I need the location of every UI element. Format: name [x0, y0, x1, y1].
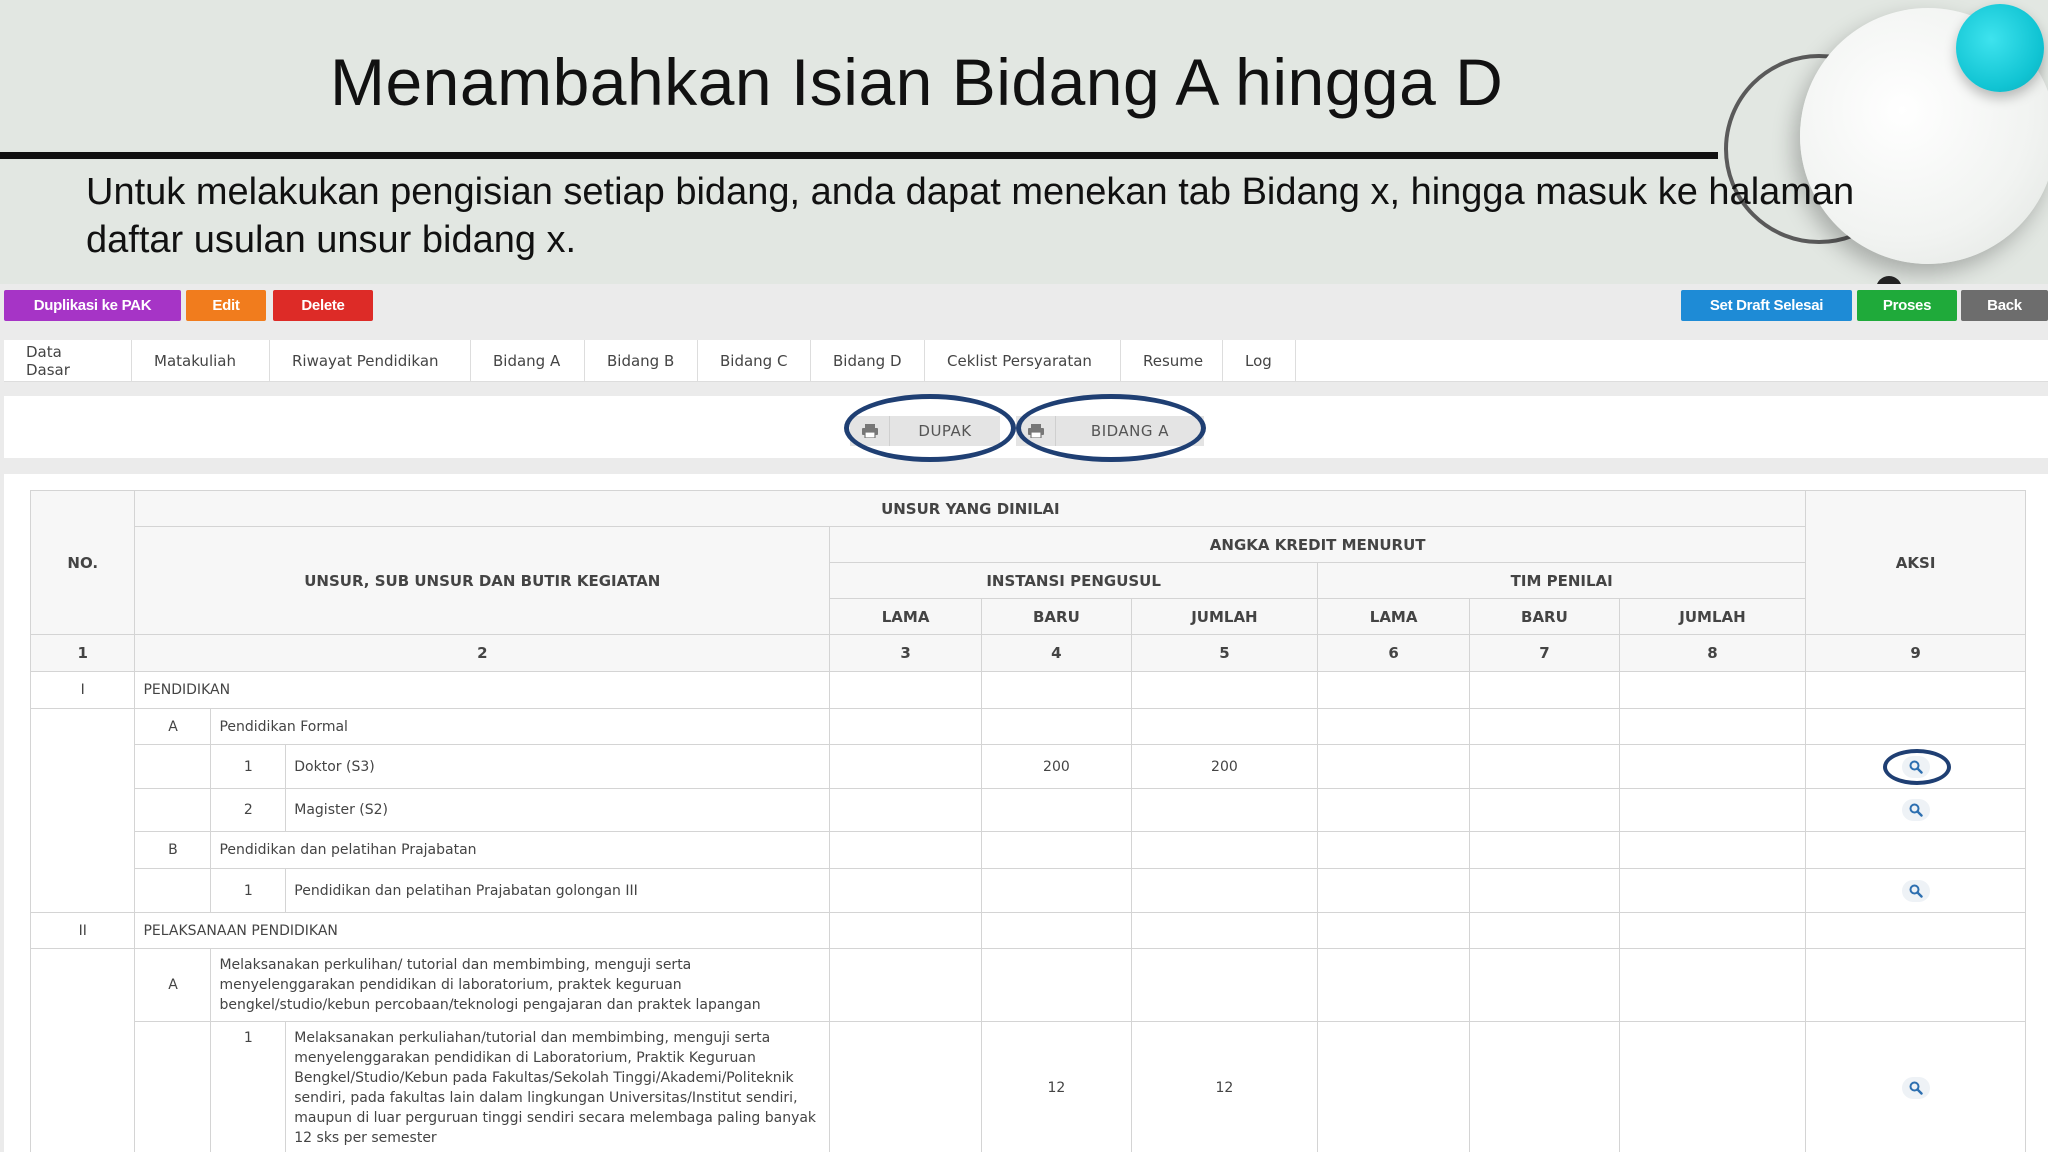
tab-bidang-a[interactable]: Bidang A: [471, 340, 585, 382]
header-angka-kredit: ANGKA KREDIT MENURUT: [829, 526, 1807, 563]
table-row: 1 Pendidikan dan pelatihan Prajabatan go…: [31, 868, 2026, 913]
back-button[interactable]: Back: [1961, 290, 2048, 321]
highlight-oval-bidang-a: [1016, 394, 1206, 462]
unsur-label: PENDIDIKAN: [134, 671, 831, 709]
column-number: 8: [1618, 634, 1807, 672]
search-icon: [1909, 1081, 1923, 1095]
print-toolbar: DUPAK BIDANG A: [4, 394, 2048, 462]
highlight-oval-search: [1882, 748, 1951, 785]
butir-number: 1: [210, 744, 287, 789]
unsur-table-container: NO. UNSUR YANG DINILAI AKSI UNSUR, SUB U…: [30, 490, 2026, 1152]
sub-unsur-label: Pendidikan Formal: [210, 708, 831, 745]
search-icon: [1909, 803, 1923, 817]
content-panel: NO. UNSUR YANG DINILAI AKSI UNSUR, SUB U…: [4, 474, 2048, 1152]
butir-label: Melaksanakan perkuliahan/tutorial dan me…: [285, 1021, 831, 1152]
row-number: I: [30, 671, 136, 709]
column-number: 9: [1805, 634, 2026, 672]
tab-riwayat-pendidikan[interactable]: Riwayat Pendidikan: [270, 340, 471, 382]
table-row: A Pendidikan Formal: [30, 708, 2026, 913]
tab-bar: Data Dasar Matakuliah Riwayat Pendidikan…: [4, 340, 2048, 382]
butir-number: 1: [210, 1021, 287, 1152]
butir-label: Magister (S2): [285, 788, 831, 832]
sub-unsur-letter: B: [134, 831, 212, 869]
column-number: 2: [134, 634, 831, 672]
toolbar: Duplikasi ke PAK Edit Delete Set Draft S…: [0, 284, 2048, 324]
table-row: II PELAKSANAAN PENDIDIKAN: [30, 912, 2026, 949]
instansi-jumlah-value: 200: [1130, 744, 1319, 789]
butir-number: 1: [210, 868, 287, 913]
sub-unsur-label: Pendidikan dan pelatihan Prajabatan: [210, 831, 831, 869]
tab-resume[interactable]: Resume: [1121, 340, 1223, 382]
table-row: I PENDIDIKAN: [30, 671, 2026, 709]
table-row: 1 Doktor (S3) 200 200: [31, 744, 2026, 789]
header-lama: LAMA: [829, 598, 983, 635]
highlight-oval-dupak: [844, 394, 1016, 462]
butir-label: Pendidikan dan pelatihan Prajabatan golo…: [285, 868, 831, 913]
column-number: 3: [829, 634, 983, 672]
tab-log[interactable]: Log: [1223, 340, 1296, 382]
column-number: 6: [1317, 634, 1471, 672]
sub-unsur-letter: A: [134, 708, 212, 745]
view-detail-button[interactable]: [1901, 1077, 1930, 1099]
app-screenshot: Duplikasi ke PAK Edit Delete Set Draft S…: [0, 284, 2048, 1152]
slide-description: Untuk melakukan pengisian setiap bidang,…: [86, 171, 1855, 261]
edit-button[interactable]: Edit: [186, 290, 266, 321]
column-number: 1: [30, 634, 136, 672]
row-number: II: [30, 912, 136, 949]
butir-number: 2: [210, 788, 287, 832]
header-lama: LAMA: [1317, 598, 1471, 635]
sub-unsur-label: Melaksanakan perkulihan/ tutorial dan me…: [210, 948, 831, 1022]
header-tim-penilai: TIM PENILAI: [1317, 562, 1807, 599]
instansi-baru-value: 200: [981, 744, 1132, 789]
decorative-teal-circle: [1956, 4, 2044, 92]
column-number: 4: [981, 634, 1132, 672]
header-aksi: AKSI: [1805, 490, 2026, 635]
header-baru: BARU: [981, 598, 1132, 635]
unsur-table: NO. UNSUR YANG DINILAI AKSI UNSUR, SUB U…: [30, 490, 2026, 1152]
table-row: B Pendidikan dan pelatihan Prajabatan: [31, 831, 2026, 869]
header-jumlah: JUMLAH: [1618, 598, 1807, 635]
title-divider: [0, 152, 1718, 159]
instansi-baru-value: 12: [981, 1021, 1132, 1152]
process-button[interactable]: Proses: [1857, 290, 1957, 321]
column-number: 7: [1469, 634, 1620, 672]
view-detail-button[interactable]: [1901, 799, 1930, 821]
duplicate-to-pak-button[interactable]: Duplikasi ke PAK: [4, 290, 181, 321]
header-baru: BARU: [1469, 598, 1620, 635]
slide-title: Menambahkan Isian Bidang A hingga D: [330, 45, 1504, 119]
table-row: 1 Melaksanakan perkuliahan/tutorial dan …: [31, 1021, 2026, 1152]
view-detail-button[interactable]: [1901, 879, 1930, 902]
search-icon: [1909, 884, 1923, 898]
header-instansi-pengusul: INSTANSI PENGUSUL: [829, 562, 1319, 599]
instansi-jumlah-value: 12: [1130, 1021, 1319, 1152]
column-number: 5: [1130, 634, 1319, 672]
header-unsur-dinilai: UNSUR YANG DINILAI: [134, 490, 1807, 527]
tab-matakuliah[interactable]: Matakuliah: [132, 340, 270, 382]
set-draft-done-button[interactable]: Set Draft Selesai: [1681, 290, 1852, 321]
unsur-label: PELAKSANAAN PENDIDIKAN: [134, 912, 831, 949]
delete-button[interactable]: Delete: [273, 290, 373, 321]
header-no: NO.: [30, 490, 136, 635]
sub-unsur-letter: A: [134, 948, 212, 1022]
tab-data-dasar[interactable]: Data Dasar: [4, 340, 132, 382]
tab-bidang-b[interactable]: Bidang B: [585, 340, 698, 382]
tab-bidang-d[interactable]: Bidang D: [811, 340, 925, 382]
table-row: A Melaksanakan perkulihan/ tutorial dan …: [30, 948, 2026, 1152]
butir-label: Doktor (S3): [285, 744, 831, 789]
tab-ceklist-persyaratan[interactable]: Ceklist Persyaratan: [925, 340, 1121, 382]
header-unsur-sub: UNSUR, SUB UNSUR DAN BUTIR KEGIATAN: [134, 526, 831, 635]
tab-bidang-c[interactable]: Bidang C: [698, 340, 811, 382]
table-row: 2 Magister (S2): [31, 788, 2026, 832]
header-jumlah: JUMLAH: [1130, 598, 1319, 635]
